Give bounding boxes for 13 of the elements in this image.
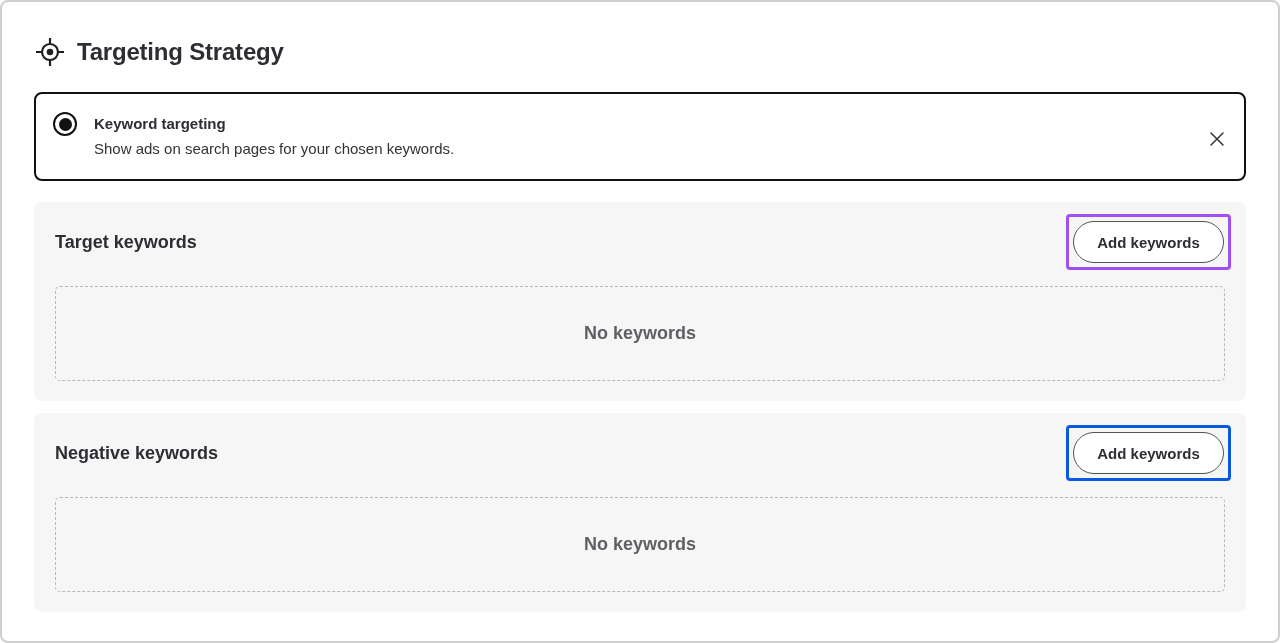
empty-state-text: No keywords [583, 323, 696, 344]
section-title: Negative keywords [55, 442, 219, 464]
option-title: Keyword targeting [94, 114, 227, 134]
page-title: Targeting Strategy [77, 38, 284, 66]
close-icon[interactable] [1210, 132, 1224, 146]
crosshair-icon [36, 38, 64, 66]
section-title: Target keywords [55, 231, 197, 253]
option-description: Show ads on search pages for your chosen keywords. [94, 139, 456, 159]
add-keywords-button[interactable]: Add keywords [1073, 432, 1224, 474]
empty-state-text: No keywords [583, 534, 696, 555]
radio-button[interactable] [53, 112, 77, 136]
add-keywords-button[interactable]: Add keywords [1073, 221, 1224, 263]
option-card[interactable]: Keyword targeting Show ads on search pages for your chosen keywords. [34, 92, 1246, 181]
